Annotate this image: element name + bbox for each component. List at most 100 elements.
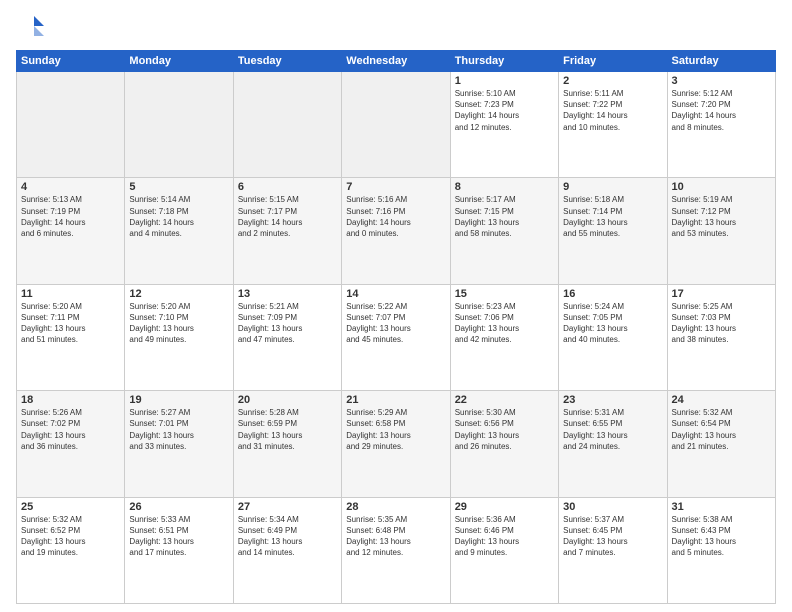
week-row-3: 18Sunrise: 5:26 AM Sunset: 7:02 PM Dayli… [17, 391, 776, 497]
day-cell: 6Sunrise: 5:15 AM Sunset: 7:17 PM Daylig… [233, 178, 341, 284]
day-cell: 27Sunrise: 5:34 AM Sunset: 6:49 PM Dayli… [233, 497, 341, 603]
day-info: Sunrise: 5:30 AM Sunset: 6:56 PM Dayligh… [455, 407, 554, 452]
day-info: Sunrise: 5:36 AM Sunset: 6:46 PM Dayligh… [455, 514, 554, 559]
day-cell: 21Sunrise: 5:29 AM Sunset: 6:58 PM Dayli… [342, 391, 450, 497]
day-info: Sunrise: 5:31 AM Sunset: 6:55 PM Dayligh… [563, 407, 662, 452]
week-row-0: 1Sunrise: 5:10 AM Sunset: 7:23 PM Daylig… [17, 72, 776, 178]
column-header-sunday: Sunday [17, 51, 125, 72]
day-cell: 7Sunrise: 5:16 AM Sunset: 7:16 PM Daylig… [342, 178, 450, 284]
day-info: Sunrise: 5:24 AM Sunset: 7:05 PM Dayligh… [563, 301, 662, 346]
day-info: Sunrise: 5:20 AM Sunset: 7:11 PM Dayligh… [21, 301, 120, 346]
day-cell: 4Sunrise: 5:13 AM Sunset: 7:19 PM Daylig… [17, 178, 125, 284]
day-cell [125, 72, 233, 178]
day-info: Sunrise: 5:32 AM Sunset: 6:54 PM Dayligh… [672, 407, 771, 452]
day-cell: 18Sunrise: 5:26 AM Sunset: 7:02 PM Dayli… [17, 391, 125, 497]
column-header-wednesday: Wednesday [342, 51, 450, 72]
day-number: 28 [346, 501, 445, 513]
day-cell [342, 72, 450, 178]
day-cell: 25Sunrise: 5:32 AM Sunset: 6:52 PM Dayli… [17, 497, 125, 603]
calendar-table: SundayMondayTuesdayWednesdayThursdayFrid… [16, 50, 776, 604]
week-row-1: 4Sunrise: 5:13 AM Sunset: 7:19 PM Daylig… [17, 178, 776, 284]
day-info: Sunrise: 5:34 AM Sunset: 6:49 PM Dayligh… [238, 514, 337, 559]
day-info: Sunrise: 5:19 AM Sunset: 7:12 PM Dayligh… [672, 194, 771, 239]
day-number: 23 [563, 394, 662, 406]
day-number: 13 [238, 288, 337, 300]
day-cell: 14Sunrise: 5:22 AM Sunset: 7:07 PM Dayli… [342, 284, 450, 390]
day-cell: 30Sunrise: 5:37 AM Sunset: 6:45 PM Dayli… [559, 497, 667, 603]
day-cell [233, 72, 341, 178]
day-number: 8 [455, 181, 554, 193]
day-info: Sunrise: 5:14 AM Sunset: 7:18 PM Dayligh… [129, 194, 228, 239]
day-number: 5 [129, 181, 228, 193]
day-cell: 28Sunrise: 5:35 AM Sunset: 6:48 PM Dayli… [342, 497, 450, 603]
day-number: 26 [129, 501, 228, 513]
day-cell: 3Sunrise: 5:12 AM Sunset: 7:20 PM Daylig… [667, 72, 775, 178]
day-cell [17, 72, 125, 178]
header [16, 12, 776, 42]
day-number: 4 [21, 181, 120, 193]
day-info: Sunrise: 5:17 AM Sunset: 7:15 PM Dayligh… [455, 194, 554, 239]
page: SundayMondayTuesdayWednesdayThursdayFrid… [0, 0, 792, 612]
week-row-4: 25Sunrise: 5:32 AM Sunset: 6:52 PM Dayli… [17, 497, 776, 603]
day-info: Sunrise: 5:22 AM Sunset: 7:07 PM Dayligh… [346, 301, 445, 346]
day-info: Sunrise: 5:32 AM Sunset: 6:52 PM Dayligh… [21, 514, 120, 559]
day-number: 12 [129, 288, 228, 300]
day-number: 11 [21, 288, 120, 300]
day-number: 7 [346, 181, 445, 193]
day-info: Sunrise: 5:29 AM Sunset: 6:58 PM Dayligh… [346, 407, 445, 452]
day-number: 16 [563, 288, 662, 300]
week-row-2: 11Sunrise: 5:20 AM Sunset: 7:11 PM Dayli… [17, 284, 776, 390]
logo-icon [16, 12, 46, 42]
day-info: Sunrise: 5:21 AM Sunset: 7:09 PM Dayligh… [238, 301, 337, 346]
day-number: 27 [238, 501, 337, 513]
day-cell: 11Sunrise: 5:20 AM Sunset: 7:11 PM Dayli… [17, 284, 125, 390]
day-number: 1 [455, 75, 554, 87]
day-cell: 10Sunrise: 5:19 AM Sunset: 7:12 PM Dayli… [667, 178, 775, 284]
day-cell: 5Sunrise: 5:14 AM Sunset: 7:18 PM Daylig… [125, 178, 233, 284]
column-header-friday: Friday [559, 51, 667, 72]
day-cell: 15Sunrise: 5:23 AM Sunset: 7:06 PM Dayli… [450, 284, 558, 390]
day-number: 30 [563, 501, 662, 513]
day-cell: 8Sunrise: 5:17 AM Sunset: 7:15 PM Daylig… [450, 178, 558, 284]
day-number: 25 [21, 501, 120, 513]
day-number: 15 [455, 288, 554, 300]
day-cell: 9Sunrise: 5:18 AM Sunset: 7:14 PM Daylig… [559, 178, 667, 284]
day-info: Sunrise: 5:23 AM Sunset: 7:06 PM Dayligh… [455, 301, 554, 346]
day-info: Sunrise: 5:15 AM Sunset: 7:17 PM Dayligh… [238, 194, 337, 239]
day-number: 2 [563, 75, 662, 87]
day-cell: 22Sunrise: 5:30 AM Sunset: 6:56 PM Dayli… [450, 391, 558, 497]
day-info: Sunrise: 5:37 AM Sunset: 6:45 PM Dayligh… [563, 514, 662, 559]
day-info: Sunrise: 5:11 AM Sunset: 7:22 PM Dayligh… [563, 88, 662, 133]
day-number: 17 [672, 288, 771, 300]
day-info: Sunrise: 5:35 AM Sunset: 6:48 PM Dayligh… [346, 514, 445, 559]
day-headers-row: SundayMondayTuesdayWednesdayThursdayFrid… [17, 51, 776, 72]
day-info: Sunrise: 5:18 AM Sunset: 7:14 PM Dayligh… [563, 194, 662, 239]
day-number: 31 [672, 501, 771, 513]
day-cell: 31Sunrise: 5:38 AM Sunset: 6:43 PM Dayli… [667, 497, 775, 603]
day-info: Sunrise: 5:25 AM Sunset: 7:03 PM Dayligh… [672, 301, 771, 346]
day-number: 29 [455, 501, 554, 513]
day-cell: 2Sunrise: 5:11 AM Sunset: 7:22 PM Daylig… [559, 72, 667, 178]
column-header-thursday: Thursday [450, 51, 558, 72]
day-number: 24 [672, 394, 771, 406]
day-info: Sunrise: 5:28 AM Sunset: 6:59 PM Dayligh… [238, 407, 337, 452]
day-number: 6 [238, 181, 337, 193]
day-number: 18 [21, 394, 120, 406]
day-info: Sunrise: 5:20 AM Sunset: 7:10 PM Dayligh… [129, 301, 228, 346]
day-cell: 26Sunrise: 5:33 AM Sunset: 6:51 PM Dayli… [125, 497, 233, 603]
day-cell: 16Sunrise: 5:24 AM Sunset: 7:05 PM Dayli… [559, 284, 667, 390]
day-cell: 17Sunrise: 5:25 AM Sunset: 7:03 PM Dayli… [667, 284, 775, 390]
day-cell: 13Sunrise: 5:21 AM Sunset: 7:09 PM Dayli… [233, 284, 341, 390]
day-number: 9 [563, 181, 662, 193]
day-cell: 1Sunrise: 5:10 AM Sunset: 7:23 PM Daylig… [450, 72, 558, 178]
calendar-header: SundayMondayTuesdayWednesdayThursdayFrid… [17, 51, 776, 72]
day-cell: 12Sunrise: 5:20 AM Sunset: 7:10 PM Dayli… [125, 284, 233, 390]
day-info: Sunrise: 5:27 AM Sunset: 7:01 PM Dayligh… [129, 407, 228, 452]
day-info: Sunrise: 5:16 AM Sunset: 7:16 PM Dayligh… [346, 194, 445, 239]
day-info: Sunrise: 5:38 AM Sunset: 6:43 PM Dayligh… [672, 514, 771, 559]
column-header-monday: Monday [125, 51, 233, 72]
day-number: 3 [672, 75, 771, 87]
day-number: 22 [455, 394, 554, 406]
day-number: 19 [129, 394, 228, 406]
column-header-saturday: Saturday [667, 51, 775, 72]
